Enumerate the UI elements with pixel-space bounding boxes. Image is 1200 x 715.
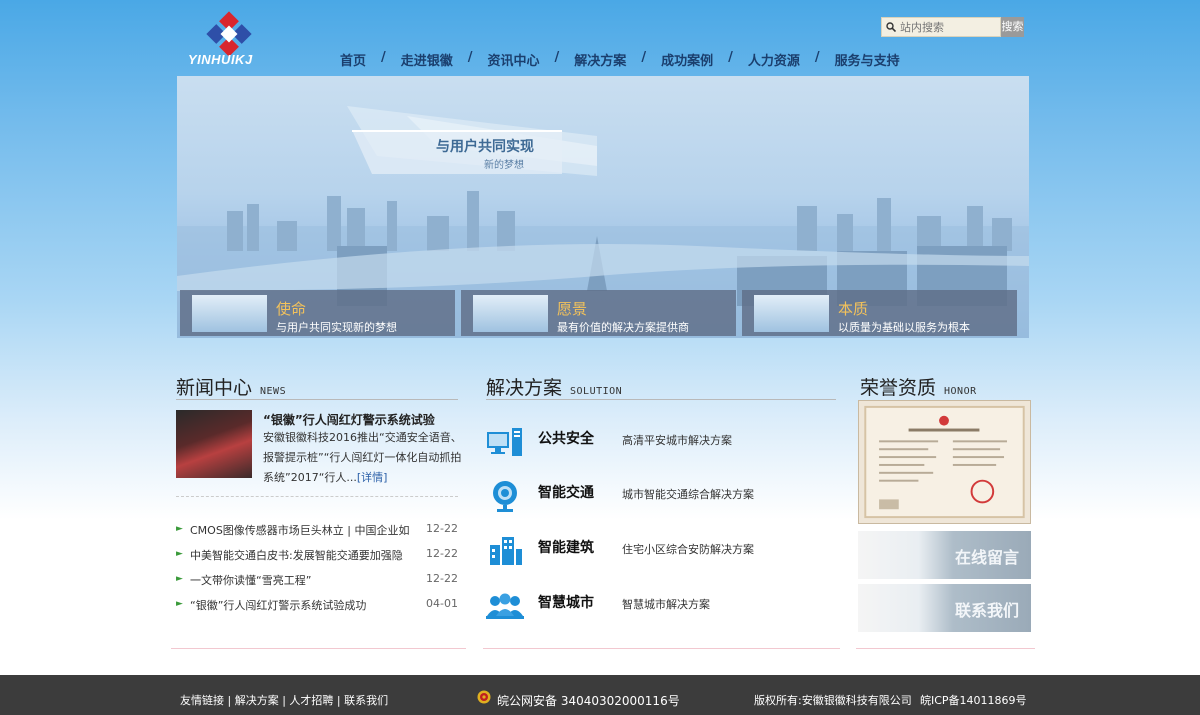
solution-item-public-safety[interactable]: 公共安全 高清平安城市解决方案 bbox=[486, 426, 836, 460]
solution-bottom-line bbox=[483, 648, 840, 649]
solution-desc: 住宅小区综合安防解决方案 bbox=[622, 543, 754, 556]
card-subtitle: 以质量为基础以服务为根本 bbox=[838, 321, 970, 334]
arrow-icon: ► bbox=[176, 599, 183, 609]
building-icon bbox=[490, 537, 522, 565]
card-title: 使命 bbox=[276, 300, 307, 318]
police-badge-icon bbox=[477, 690, 491, 704]
nav-item-service[interactable]: 服务与支持 bbox=[835, 50, 900, 69]
footer-links: 友情链接 | 解决方案 | 人才招聘 | 联系我们 bbox=[180, 694, 389, 707]
search-input[interactable] bbox=[896, 20, 992, 34]
news-bottom-line bbox=[171, 648, 466, 649]
news-item-date: 12-22 bbox=[426, 572, 458, 585]
honor-bottom-line bbox=[856, 648, 1035, 649]
solution-item-intelligent-traffic[interactable]: 智能交通 城市智能交通综合解决方案 bbox=[486, 480, 836, 514]
contact-us-label: 联系我们 bbox=[954, 601, 1019, 620]
people-icon bbox=[486, 593, 524, 619]
solution-title-en: SOLUTION bbox=[570, 386, 623, 397]
nav-item-solutions[interactable]: 解决方案 bbox=[574, 50, 626, 69]
news-item-title: 中美智能交通白皮书:发展智能交通要加强隐 bbox=[190, 549, 403, 562]
contact-us-button[interactable]: 联系我们 bbox=[858, 584, 1031, 632]
logo-text: YINHUIKJ bbox=[188, 52, 253, 67]
footer-link-solutions[interactable]: 解决方案 bbox=[235, 694, 279, 707]
search-icon bbox=[886, 22, 896, 32]
solution-name: 智能建筑 bbox=[538, 540, 594, 556]
nav-separator: / bbox=[728, 50, 733, 65]
solution-item-smart-city[interactable]: 智慧城市 智慧城市解决方案 bbox=[486, 590, 836, 624]
arrow-icon: ► bbox=[176, 524, 183, 534]
news-list-item[interactable]: ► “银徽”行人闯红灯警示系统试验成功 04-01 bbox=[176, 597, 458, 613]
honor-title-en: HONOR bbox=[944, 386, 977, 397]
search-box[interactable] bbox=[881, 17, 1001, 37]
news-list-item[interactable]: ► CMOS图像传感器市场巨头林立 | 中国企业如 12-22 bbox=[176, 522, 458, 538]
camera-icon bbox=[493, 481, 517, 512]
solution-name: 公共安全 bbox=[538, 431, 594, 447]
nav-item-about[interactable]: 走进银徽 bbox=[401, 50, 453, 69]
news-title-en: NEWS bbox=[260, 386, 287, 397]
online-message-label: 在线留言 bbox=[954, 548, 1019, 567]
footer-copyright: 版权所有:安徽银徽科技有限公司 bbox=[754, 694, 912, 707]
card-subtitle: 与用户共同实现新的梦想 bbox=[276, 321, 397, 334]
banner-slogan-sub: 新的梦想 bbox=[484, 160, 524, 171]
news-list-item[interactable]: ► 中美智能交通白皮书:发展智能交通要加强隐 12-22 bbox=[176, 547, 458, 563]
card-thumbnail bbox=[754, 295, 829, 332]
footer-link-friends[interactable]: 友情链接 bbox=[180, 694, 224, 707]
solution-underline bbox=[486, 399, 836, 400]
news-header: 新闻中心 NEWS bbox=[176, 373, 286, 400]
arrow-icon: ► bbox=[176, 574, 183, 584]
news-item-date: 12-22 bbox=[426, 522, 458, 535]
news-featured-title[interactable]: “银徽”行人闯红灯警示系统试验 bbox=[263, 411, 435, 428]
solution-name: 智慧城市 bbox=[538, 595, 594, 611]
banner-card-vision[interactable]: 愿景 最有价值的解决方案提供商 bbox=[461, 290, 736, 336]
news-item-title: 一文带你读懂“雪亮工程” bbox=[190, 574, 312, 587]
solution-header: 解决方案 SOLUTION bbox=[486, 373, 622, 400]
solution-name: 智能交通 bbox=[538, 485, 594, 501]
solution-item-intelligent-building[interactable]: 智能建筑 住宅小区综合安防解决方案 bbox=[486, 535, 836, 569]
card-thumbnail bbox=[473, 295, 548, 332]
nav-separator: / bbox=[381, 50, 386, 65]
banner-card-mission[interactable]: 使命 与用户共同实现新的梦想 bbox=[180, 290, 455, 336]
nav-item-cases[interactable]: 成功案例 bbox=[661, 50, 713, 69]
footer: 友情链接 | 解决方案 | 人才招聘 | 联系我们 皖公网安备 34040302… bbox=[0, 675, 1200, 715]
nav-separator: / bbox=[814, 50, 820, 65]
nav-item-home[interactable]: 首页 bbox=[340, 50, 366, 69]
honor-title: 荣誉资质 bbox=[860, 377, 937, 399]
footer-police-record[interactable]: 皖公网安备 34040302000116号 bbox=[497, 692, 680, 709]
nav-item-news[interactable]: 资讯中心 bbox=[488, 50, 540, 69]
card-thumbnail bbox=[192, 295, 267, 332]
footer-icp[interactable]: 皖ICP备14011869号 bbox=[920, 692, 1027, 708]
online-message-button[interactable]: 在线留言 bbox=[858, 531, 1031, 579]
solution-title: 解决方案 bbox=[486, 377, 563, 399]
footer-link-contact[interactable]: 联系我们 bbox=[344, 694, 388, 707]
news-divider bbox=[176, 496, 458, 497]
solution-desc: 城市智能交通综合解决方案 bbox=[622, 488, 754, 501]
search-button[interactable]: 搜索 bbox=[1001, 17, 1024, 37]
nav-separator: / bbox=[467, 50, 473, 65]
card-title: 本质 bbox=[838, 300, 869, 318]
footer-link-jobs[interactable]: 人才招聘 bbox=[289, 694, 333, 707]
news-featured-image[interactable] bbox=[176, 410, 252, 478]
arrow-icon: ► bbox=[176, 549, 183, 559]
card-title: 愿景 bbox=[557, 300, 588, 318]
solution-desc: 智慧城市解决方案 bbox=[622, 598, 710, 611]
nav-separator: / bbox=[554, 50, 560, 65]
news-list-item[interactable]: ► 一文带你读懂“雪亮工程” 12-22 bbox=[176, 572, 458, 588]
news-title: 新闻中心 bbox=[176, 377, 253, 399]
card-subtitle: 最有价值的解决方案提供商 bbox=[557, 321, 689, 334]
banner-card-essence[interactable]: 本质 以质量为基础以服务为根本 bbox=[742, 290, 1017, 336]
news-more-link[interactable]: [详情] bbox=[357, 471, 388, 484]
news-item-date: 12-22 bbox=[426, 547, 458, 560]
nav-item-hr[interactable]: 人力资源 bbox=[748, 50, 800, 69]
nav-separator: / bbox=[641, 50, 647, 65]
news-underline bbox=[176, 399, 458, 400]
solution-desc: 高清平安城市解决方案 bbox=[622, 434, 732, 447]
news-item-date: 04-01 bbox=[426, 597, 458, 610]
honor-header: 荣誉资质 HONOR bbox=[860, 373, 977, 400]
news-featured-text: 安徽银徽科技2016推出“交通安全语音、报警提示桩”“行人闯红灯一体化自动抓拍系… bbox=[263, 428, 463, 488]
news-item-title: CMOS图像传感器市场巨头林立 | 中国企业如 bbox=[190, 524, 410, 537]
main-nav: 首页 / 走进银徽 / 资讯中心 / 解决方案 / 成功案例 / 人力资源 / … bbox=[340, 50, 900, 69]
banner-slogan: 与用户共同实现 bbox=[436, 139, 534, 155]
news-item-title: “银徽”行人闯红灯警示系统试验成功 bbox=[190, 599, 367, 612]
certificate-image[interactable] bbox=[858, 400, 1031, 524]
server-icon bbox=[487, 428, 522, 456]
